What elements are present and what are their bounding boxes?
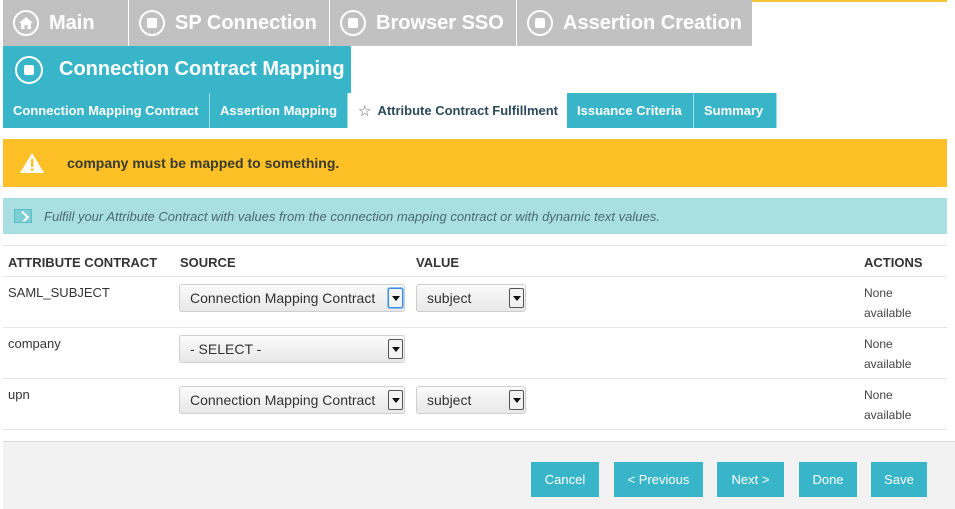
circle-square-icon [340, 10, 366, 36]
warning-triangle-icon [19, 152, 45, 174]
tab-label: Attribute Contract Fulfillment [377, 103, 558, 118]
tab-assertion-mapping[interactable]: Assertion Mapping [210, 93, 348, 128]
circle-square-icon [15, 55, 43, 84]
circle-square-icon [139, 10, 165, 36]
tab-issuance-criteria[interactable]: Issuance Criteria [567, 93, 694, 128]
table-header: ATTRIBUTE CONTRACT SOURCE VALUE ACTIONS [3, 245, 947, 277]
nav-assertion-creation-label: Assertion Creation [563, 11, 742, 34]
source-select-value: Connection Mapping Contract [190, 392, 376, 408]
nav-browser-sso[interactable]: Browser SSO [330, 0, 517, 46]
info-box-icon [14, 209, 32, 223]
nav-sp-connection-label: SP Connection [175, 11, 317, 34]
nav-browser-sso-label: Browser SSO [376, 11, 504, 34]
actions-text: None available [864, 286, 912, 320]
tab-label: Issuance Criteria [577, 103, 682, 118]
current-page-header: Connection Contract Mapping [3, 46, 351, 93]
header-attribute-contract: ATTRIBUTE CONTRACT [8, 255, 158, 270]
done-button[interactable]: Done [799, 462, 857, 497]
circle-square-icon [527, 10, 553, 36]
footer-bar: Cancel < Previous Next > Done Save [3, 441, 955, 509]
warning-text: company must be mapped to something. [67, 155, 340, 171]
top-nav-accent-line [752, 0, 947, 2]
value-select[interactable]: subject [416, 386, 526, 414]
star-icon: ☆ [358, 102, 372, 120]
value-select-value: subject [427, 290, 472, 306]
header-source: SOURCE [180, 255, 236, 270]
source-select-value: Connection Mapping Contract [190, 290, 376, 306]
actions-text: None available [864, 388, 912, 422]
tab-label: Summary [704, 103, 764, 118]
chevron-down-icon[interactable] [388, 288, 403, 308]
save-button[interactable]: Save [871, 462, 927, 497]
top-nav: Main SP Connection Browser SSO Assertion… [3, 0, 753, 46]
nav-sp-connection[interactable]: SP Connection [129, 0, 330, 46]
value-select-value: subject [427, 392, 472, 408]
info-banner: Fulfill your Attribute Contract with val… [3, 198, 947, 234]
tab-label: Assertion Mapping [220, 103, 338, 118]
table-row: company - SELECT - None available [3, 328, 947, 379]
current-page-title: Connection Contract Mapping [59, 58, 345, 80]
actions-text: None available [864, 337, 912, 371]
previous-button[interactable]: < Previous [614, 462, 703, 497]
nav-main-label: Main [49, 11, 95, 34]
source-select[interactable]: Connection Mapping Contract [179, 386, 405, 414]
chevron-down-icon[interactable] [509, 390, 524, 410]
attribute-name: upn [8, 387, 30, 402]
tab-connection-mapping-contract[interactable]: Connection Mapping Contract [3, 93, 210, 128]
cancel-button[interactable]: Cancel [531, 462, 599, 497]
tab-label: Connection Mapping Contract [13, 103, 199, 118]
source-select[interactable]: Connection Mapping Contract [179, 284, 405, 312]
attribute-table: ATTRIBUTE CONTRACT SOURCE VALUE ACTIONS … [3, 245, 947, 430]
table-row: SAML_SUBJECT Connection Mapping Contract… [3, 277, 947, 328]
source-select[interactable]: - SELECT - [179, 335, 405, 363]
header-actions: ACTIONS [864, 255, 923, 270]
sub-tabs: Connection Mapping Contract Assertion Ma… [3, 93, 777, 128]
chevron-down-icon[interactable] [509, 288, 524, 308]
attribute-name: company [8, 336, 61, 351]
value-select[interactable]: subject [416, 284, 526, 312]
chevron-down-icon[interactable] [388, 390, 403, 410]
attribute-name: SAML_SUBJECT [8, 285, 110, 300]
chevron-down-icon[interactable] [388, 339, 403, 359]
home-icon [13, 10, 39, 36]
info-text: Fulfill your Attribute Contract with val… [44, 208, 660, 224]
next-button[interactable]: Next > [717, 462, 784, 497]
nav-main[interactable]: Main [3, 0, 129, 46]
nav-assertion-creation[interactable]: Assertion Creation [517, 0, 753, 46]
source-select-value: - SELECT - [190, 341, 262, 357]
warning-banner: company must be mapped to something. [3, 139, 947, 187]
tab-summary[interactable]: Summary [694, 93, 777, 128]
tab-attribute-contract-fulfillment[interactable]: ☆ Attribute Contract Fulfillment [348, 93, 567, 128]
table-row: upn Connection Mapping Contract subject … [3, 379, 947, 430]
header-value: VALUE [416, 255, 460, 270]
